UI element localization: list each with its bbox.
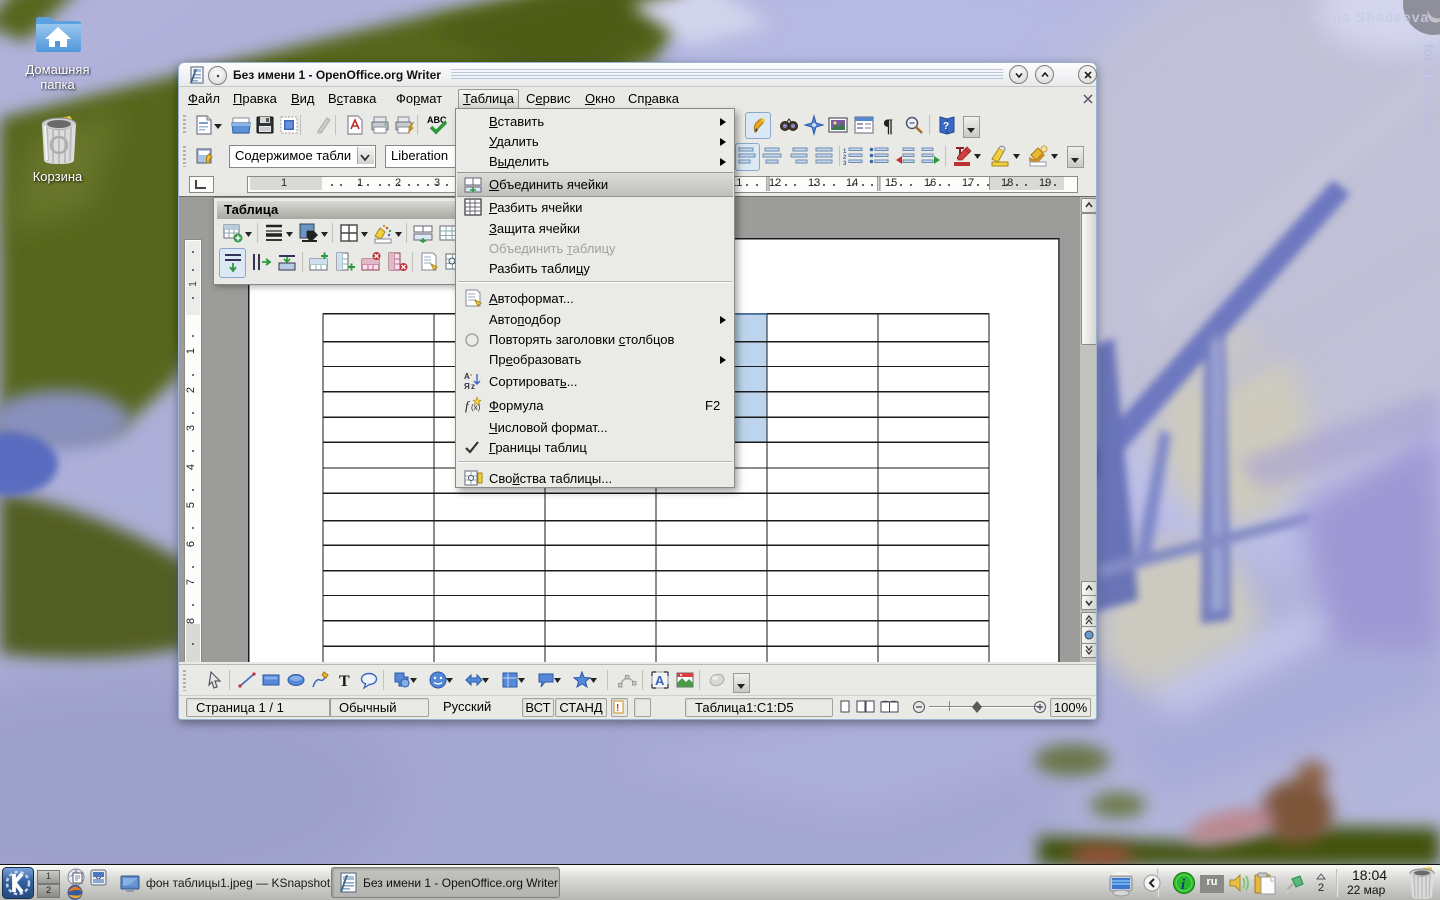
svg-text:2: 2 (1318, 882, 1324, 894)
svg-text:Я: Я (464, 382, 470, 391)
svg-text:A: A (655, 673, 665, 688)
svg-text:Anna Shadeeva: Anna Shadeeva (1312, 9, 1429, 25)
svg-text:¶: ¶ (883, 116, 893, 136)
svg-text:?: ? (943, 121, 949, 132)
svg-text:!: ! (616, 703, 619, 714)
svg-text:3: 3 (843, 161, 847, 165)
svg-text:for ALT Linux: for ALT Linux (1421, 44, 1437, 134)
svg-text:z: z (471, 382, 475, 391)
svg-text:A: A (464, 372, 470, 381)
svg-text:T: T (339, 673, 350, 690)
svg-text:1: 1 (188, 281, 199, 287)
